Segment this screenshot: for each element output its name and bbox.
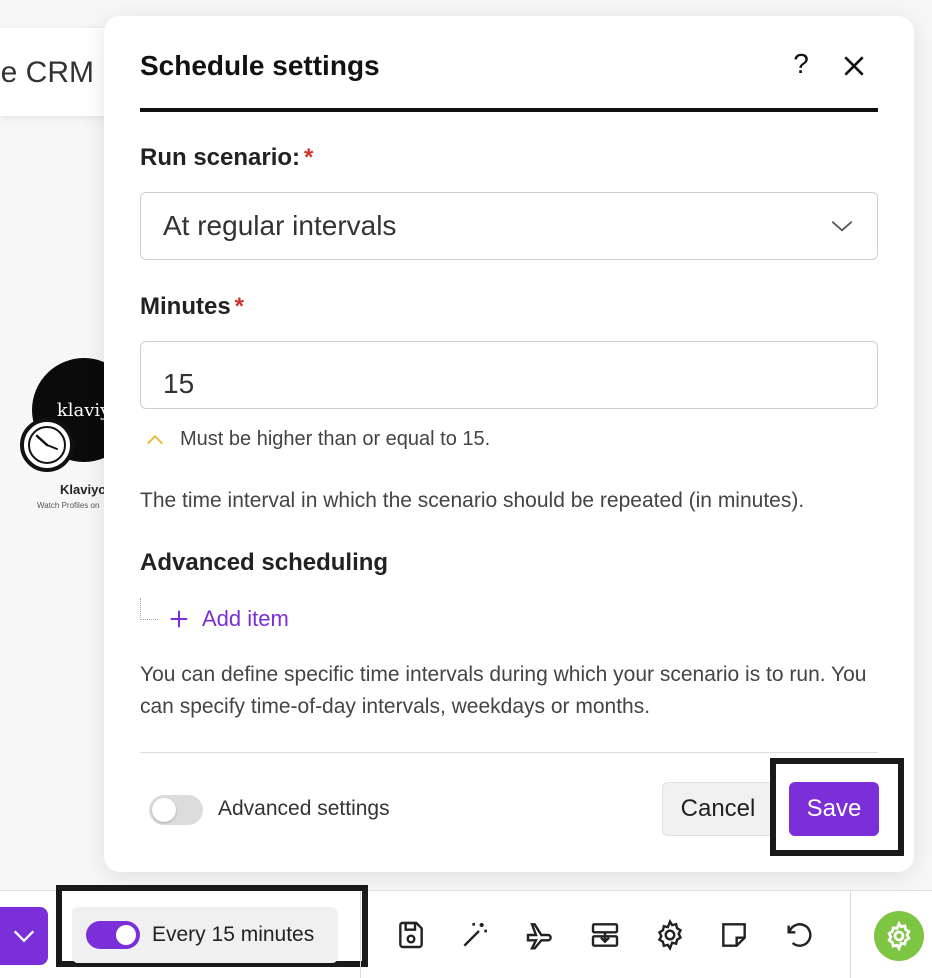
run-scenario-value: At regular intervals [163, 210, 397, 241]
module-subtitle: Watch Profiles on [37, 501, 100, 510]
plus-icon [170, 610, 188, 628]
schedule-settings-modal: Schedule settings ? Run scenario: * At re… [104, 16, 914, 872]
help-button[interactable]: ? [784, 42, 818, 86]
schedule-label: Every 15 minutes [152, 923, 315, 946]
minutes-hint: Must be higher than or equal to 15. [144, 428, 490, 451]
required-mark: * [234, 293, 245, 320]
schedule-chip[interactable]: Every 15 minutes [72, 907, 338, 963]
import-export-icon[interactable] [585, 915, 625, 955]
run-options-button[interactable] [0, 907, 48, 965]
status-gear-icon[interactable] [874, 911, 924, 961]
undo-icon[interactable] [778, 915, 818, 955]
bottom-toolbar: Every 15 minutes [0, 885, 932, 978]
close-button[interactable] [836, 46, 872, 86]
run-scenario-select[interactable]: At regular intervals [140, 192, 878, 260]
add-item-button[interactable]: Add item [168, 606, 289, 632]
save-icon[interactable] [391, 915, 431, 955]
chevron-down-icon [13, 930, 35, 943]
minutes-label: Minutes * [140, 293, 245, 320]
chevron-down-icon [831, 221, 853, 232]
minutes-input[interactable] [140, 341, 878, 409]
tree-connector [140, 598, 158, 620]
advanced-settings-label: Advanced settings [218, 797, 390, 820]
airplane-icon[interactable] [520, 915, 560, 955]
run-scenario-label: Run scenario: * [140, 144, 314, 171]
magic-wand-icon[interactable] [455, 915, 495, 955]
scheduling-toggle[interactable] [86, 921, 140, 949]
required-mark: * [304, 144, 314, 171]
advanced-scheduling-title: Advanced scheduling [140, 549, 389, 576]
module-title: Klaviyo [60, 482, 107, 497]
save-button[interactable]: Save [789, 782, 879, 836]
modal-title: Schedule settings [140, 50, 380, 81]
toolbar-divider [850, 891, 851, 978]
footer-divider [140, 752, 878, 753]
cancel-button[interactable]: Cancel [662, 782, 774, 836]
clock-icon[interactable] [20, 418, 74, 472]
note-icon[interactable] [714, 915, 754, 955]
close-icon [844, 56, 864, 76]
toolbar-divider [360, 891, 361, 978]
crm-module-label: le CRM [0, 56, 95, 89]
minutes-help-text: The time interval in which the scenario … [140, 489, 805, 512]
chevron-up-icon [147, 434, 163, 444]
advanced-settings-toggle[interactable] [149, 795, 203, 825]
modal-header: Schedule settings ? [140, 48, 878, 112]
gear-icon[interactable] [650, 915, 690, 955]
advanced-scheduling-help-text: You can define specific time intervals d… [140, 663, 867, 718]
